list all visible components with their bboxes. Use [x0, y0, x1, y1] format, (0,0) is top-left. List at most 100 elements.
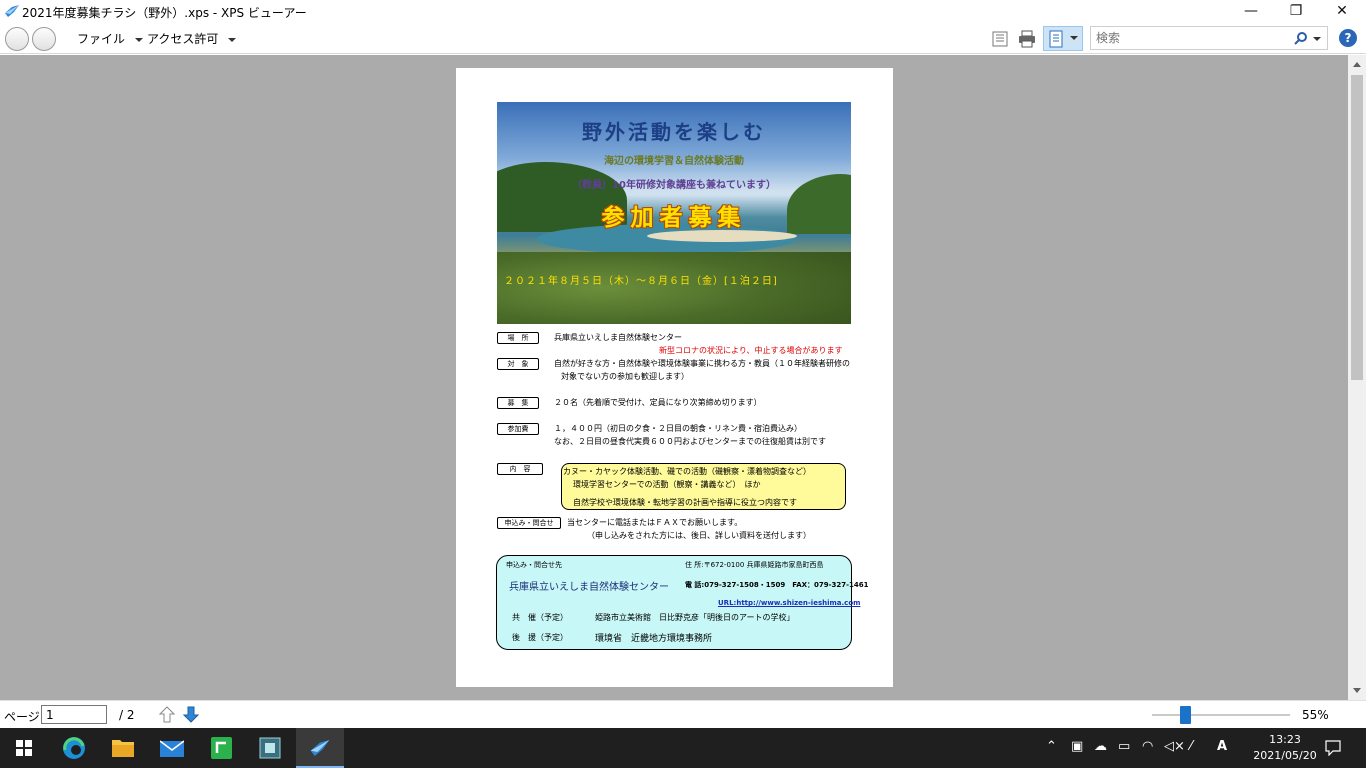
page-total: / 2 [119, 708, 135, 722]
close-button[interactable]: ✕ [1319, 0, 1365, 23]
page-bar: ページ / 2 55% [0, 700, 1366, 728]
notification-icon[interactable] [1325, 740, 1341, 756]
mail-icon [160, 740, 184, 757]
contact-org: 兵庫県立いえしま自然体験センター [509, 582, 669, 593]
vertical-scrollbar[interactable] [1348, 55, 1366, 700]
chevron-down-icon [228, 37, 237, 42]
access-menu-label: アクセス許可 [147, 32, 219, 46]
window-title: 2021年度募集チラシ（野外）.xps - XPS ビューアー [22, 6, 307, 20]
flyer-subtitle: 海辺の環境学習＆自然体験活動 [604, 156, 744, 167]
back-button[interactable] [5, 27, 29, 51]
content-box: カヌー・カヤック体験活動、磯での活動（磯観察・漂着物調査など） 環境学習センター… [561, 463, 846, 510]
help-icon[interactable]: ? [1339, 29, 1357, 47]
taskbar-app-box[interactable] [246, 728, 294, 768]
target-text-2: 対象でない方の参加も歓迎します） [561, 372, 689, 381]
toolbar: ファイル アクセス許可 ? [0, 23, 1366, 54]
place-text: 兵庫県立いえしま自然体験センター [554, 333, 682, 342]
taskbar-edge[interactable] [50, 728, 98, 768]
speaker-muted-icon[interactable]: ◁× [1164, 739, 1185, 754]
contact-address: 住 所:〒672-0100 兵庫県姫路市家島町西島 [685, 561, 824, 569]
foreground-trees [497, 252, 851, 324]
content-label: 内 容 [497, 463, 543, 475]
taskbar-clock[interactable]: 13:23 2021/05/20 [1250, 732, 1320, 764]
onedrive-icon[interactable]: ☁ [1094, 739, 1107, 754]
contact-header: 申込み・問合せ先 [506, 561, 562, 569]
print-icon[interactable] [1017, 29, 1037, 49]
contact-box: 申込み・問合せ先 住 所:〒672-0100 兵庫県姫路市家島町西島 兵庫県立い… [496, 555, 869, 650]
apply-text-2: （申し込みをされた方には、後日、詳しい資料を送付します） [587, 531, 811, 540]
corona-notice: 新型コロナの状況により、中止する場合があります [659, 346, 843, 355]
single-page-icon [1049, 30, 1063, 48]
clock-date: 2021/05/20 [1253, 749, 1317, 762]
show-hidden-icons-icon[interactable]: ⌃ [1046, 739, 1057, 754]
content-line-2: 環境学習センターでの活動（観察・講義など） ほか [573, 480, 761, 489]
recruit-text: ２０名（先着順で受付け、定員になり次第締め切ります） [554, 398, 762, 407]
search-input[interactable] [1096, 30, 1286, 46]
support-text: 環境省 近畿地方環境事務所 [595, 634, 713, 644]
access-menu[interactable]: アクセス許可 [147, 30, 237, 47]
pen-icon[interactable]: ⁄ [1190, 739, 1192, 754]
flyer-note: （教員）10年研修対象講座も兼ねています） [572, 180, 776, 191]
ime-indicator[interactable]: A [1217, 739, 1227, 754]
document-page: 野外活動を楽しむ 海辺の環境学習＆自然体験活動 （教員）10年研修対象講座も兼ね… [456, 68, 893, 687]
place-label: 場 所 [497, 332, 539, 344]
battery-icon[interactable]: ▭ [1118, 739, 1130, 754]
flyer-title: 野外活動を楽しむ [582, 120, 766, 144]
folder-icon [112, 740, 134, 757]
wifi-icon[interactable]: ◠ [1142, 739, 1153, 754]
previous-page-icon[interactable] [159, 706, 175, 723]
fee-label: 参加費 [497, 423, 539, 435]
windows-icon [16, 740, 32, 756]
meet-now-icon[interactable]: ▣ [1071, 739, 1083, 754]
fee-text-2: なお、２日目の昼食代実費６００円およびセンターまでの往復船賃は別です [554, 437, 826, 446]
taskbar-app-green[interactable] [197, 728, 245, 768]
target-text-1: 自然が好きな方・自然体験や環境体験事業に携わる方・教員（１０年経験者研修の [554, 359, 850, 368]
file-menu[interactable]: ファイル [77, 30, 144, 47]
minimize-button[interactable]: — [1228, 0, 1274, 23]
content-line-1: カヌー・カヤック体験活動、磯での活動（磯観察・漂着物調査など） [563, 467, 811, 476]
flyer-date: ２０２１年８月５日（木）～８月６日（金）[１泊２日] [504, 276, 778, 287]
scrollbar-thumb[interactable] [1351, 75, 1363, 380]
file-menu-label: ファイル [77, 32, 126, 46]
zoom-slider-track[interactable] [1152, 714, 1290, 716]
start-button[interactable] [0, 728, 48, 768]
note-icon [211, 737, 232, 759]
recruit-label: 募 集 [497, 397, 539, 409]
next-page-icon[interactable] [183, 706, 199, 723]
scroll-down-icon[interactable] [1353, 688, 1361, 693]
search-icon[interactable] [1294, 31, 1308, 45]
apply-text-1: 当センターに電話またはＦＡＸでお願いします。 [567, 518, 743, 527]
scroll-up-icon[interactable] [1353, 62, 1361, 67]
contact-url: URL:http://www.shizen-ieshima.com [718, 599, 861, 607]
taskbar-xps-viewer[interactable] [296, 728, 344, 768]
content-line-3: 自然学校や環境体験・転地学習の計画や指導に役立つ内容です [573, 498, 797, 507]
page-number-input[interactable] [41, 705, 107, 724]
maximize-button[interactable]: ❐ [1273, 0, 1319, 23]
zoom-slider-thumb[interactable] [1179, 706, 1191, 724]
contact-phone: 電 話:079-327-1508・1509 FAX：079-327-1461 [685, 581, 869, 589]
taskbar: ⌃ ▣ ☁ ▭ ◠ ◁× ⁄ A 13:23 2021/05/20 [0, 728, 1366, 768]
clock-time: 13:23 [1269, 733, 1301, 746]
apply-label: 申込み・問合せ [497, 517, 561, 529]
forward-button[interactable] [32, 27, 56, 51]
outline-icon[interactable] [990, 29, 1010, 49]
xps-viewer-icon [5, 5, 19, 17]
view-mode-button[interactable] [1043, 26, 1083, 51]
chevron-down-icon [135, 37, 144, 42]
flyer-hero-image: 野外活動を楽しむ 海辺の環境学習＆自然体験活動 （教員）10年研修対象講座も兼ね… [497, 102, 851, 324]
fee-text-1: １，４００円（初日の夕食・２日目の朝食・リネン費・宿泊費込み） [554, 424, 802, 433]
cohost-label: 共 催（予定） [512, 613, 568, 622]
chevron-down-icon[interactable] [1313, 37, 1321, 41]
target-label: 対 象 [497, 358, 539, 370]
page-label: ページ [4, 710, 40, 724]
taskbar-explorer[interactable] [99, 728, 147, 768]
search-box[interactable] [1090, 26, 1328, 50]
xps-viewer-icon [310, 740, 330, 756]
support-label: 後 援（予定） [512, 633, 568, 642]
document-viewer[interactable]: 野外活動を楽しむ 海辺の環境学習＆自然体験活動 （教員）10年研修対象講座も兼ね… [0, 55, 1348, 700]
edge-icon [63, 737, 85, 759]
package-icon [259, 737, 281, 759]
chevron-down-icon [1070, 36, 1078, 40]
taskbar-mail[interactable] [148, 728, 196, 768]
flyer-headline: 参加者募集 [601, 205, 747, 231]
